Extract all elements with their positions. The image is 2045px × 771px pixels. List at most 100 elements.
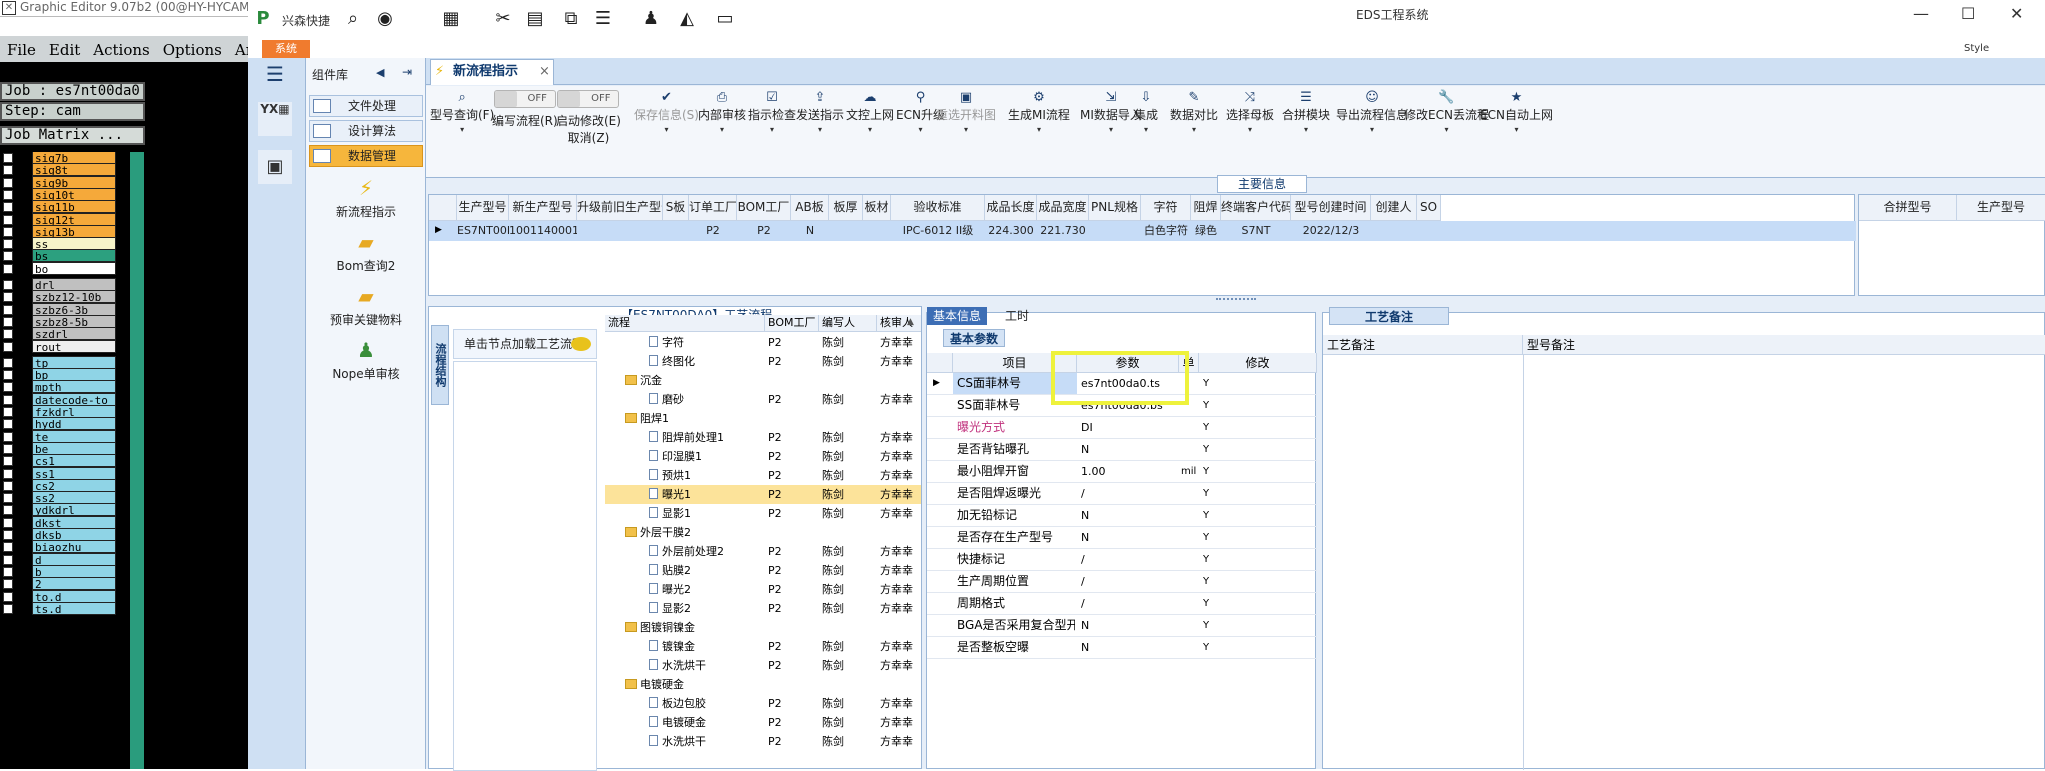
column-header[interactable]: 验收标准 [891, 195, 985, 221]
tree-node[interactable]: 水洗烘干 [649, 732, 706, 751]
table-cell[interactable] [829, 221, 863, 241]
ribbon-button-12[interactable]: ⇩ 集成 ▾ [1134, 90, 1158, 134]
tree-row[interactable]: 外层前处理2P2陈剑方幸幸已审核 [605, 542, 921, 561]
tree-row[interactable]: 水洗烘干P2陈剑方幸幸已审核 [605, 732, 921, 751]
dropdown-arrow-icon[interactable]: ▾ [846, 125, 894, 134]
param-row[interactable]: 快捷标记 / Y [927, 549, 1317, 571]
table-cell[interactable]: P2 [689, 221, 737, 241]
nav-nope-audit[interactable]: ♟ Nope单审核 [306, 338, 426, 382]
param-value[interactable]: N [1081, 637, 1179, 658]
ribbon-button-3[interactable]: ✔ 保存信息(S) ▾ [634, 90, 699, 134]
layer-checkbox[interactable] [3, 153, 13, 163]
tree-row[interactable]: 预烘1P2陈剑方幸幸已审核 [605, 466, 921, 485]
tree-node[interactable]: 曝光1 [649, 485, 691, 504]
tree-row[interactable]: 印湿膜1P2陈剑方幸幸已审核 [605, 447, 921, 466]
tree-node[interactable]: ⊟沉金 [625, 371, 662, 390]
database-module-icon[interactable]: ▣ [258, 150, 292, 184]
ribbon-button-18[interactable]: ★ ECN自动上网 ▾ [1480, 90, 1553, 134]
tree-row[interactable]: 贴膜2P2陈剑方幸幸已审核 [605, 561, 921, 580]
tree-node[interactable]: 外层前处理2 [649, 542, 724, 561]
param-row[interactable]: 是否阻焊返曝光 / Y [927, 483, 1317, 505]
nav-bom-query[interactable]: ▰ Bom查询2 [306, 230, 426, 274]
menu-file[interactable]: File [7, 41, 36, 59]
param-row[interactable]: 曝光方式 DI Y [927, 417, 1317, 439]
param-value[interactable]: / [1081, 483, 1179, 504]
tree-node[interactable]: 水洗烘干 [649, 656, 706, 675]
table-cell[interactable] [663, 221, 689, 241]
tree-row[interactable]: ⊟图镀铜镍金 [605, 618, 921, 637]
layer-checkbox[interactable] [3, 263, 13, 274]
param-row[interactable]: 是否存在生产型号 N Y [927, 527, 1317, 549]
dropdown-arrow-icon[interactable]: ▾ [1282, 125, 1330, 134]
tree-node[interactable]: 字符 [649, 333, 684, 352]
layer-checkbox[interactable] [3, 480, 13, 491]
column-header[interactable]: 终端客户代码 [1221, 195, 1291, 221]
tree-node[interactable]: ⊟电镀硬金 [625, 675, 684, 694]
tree-row[interactable]: ⊟沉金 [605, 371, 921, 390]
column-header[interactable]: 生产型号 [1957, 195, 2045, 221]
column-header[interactable]: 升级前旧生产型号 [577, 195, 663, 221]
tree-row[interactable]: ⊟电镀硬金 [605, 675, 921, 694]
monitor-icon[interactable]: ▭ [714, 9, 736, 29]
param-value[interactable]: N [1081, 615, 1179, 636]
tree-row[interactable]: 终图化P2陈剑方幸幸已审核 [605, 352, 921, 371]
column-header[interactable]: 板材 [863, 195, 891, 221]
dropdown-arrow-icon[interactable]: ▾ [748, 125, 796, 134]
ribbon-button-15[interactable]: ☰ 合拼模块 ▾ [1282, 90, 1330, 134]
comp-item-design-algorithm[interactable]: 设计算法 [309, 120, 423, 142]
dropdown-arrow-icon[interactable]: ▾ [1404, 125, 1489, 134]
ribbon-button-17[interactable]: 🔧 修改ECN丢流程 ▾ [1404, 90, 1489, 134]
layer-checkbox[interactable] [3, 165, 13, 176]
tab-process-notes[interactable]: 工艺备注 [1329, 307, 1449, 325]
list-icon[interactable]: ☰ [592, 9, 614, 29]
param-row[interactable]: 最小阻焊开窗 1.00 mil Y [927, 461, 1317, 483]
layer-checkbox[interactable] [3, 382, 13, 393]
scroll-up-icon[interactable]: ▲ [907, 317, 919, 329]
layer-checkbox[interactable] [3, 505, 13, 516]
table-cell[interactable]: IPC-6012 II级 [891, 221, 985, 241]
dropdown-arrow-icon[interactable]: ▾ [1336, 125, 1408, 134]
dropdown-arrow-icon[interactable]: ▾ [1008, 125, 1070, 134]
comp-item-file-processing[interactable]: 文件处理 [309, 95, 423, 117]
pin-icon[interactable]: ⇥ [402, 65, 412, 79]
tree-node[interactable]: 印湿膜1 [649, 447, 702, 466]
dropdown-arrow-icon[interactable]: ▾ [1080, 125, 1142, 134]
ribbon-button-13[interactable]: ✎ 数据对比 ▾ [1170, 90, 1218, 134]
ribbon-button-1[interactable]: OFF 编写流程(R) [492, 90, 558, 129]
layer-checkbox[interactable] [3, 456, 13, 467]
layer-checkbox[interactable] [3, 566, 13, 577]
layer-checkbox[interactable] [3, 226, 13, 237]
toggle-switch[interactable]: OFF [557, 90, 620, 108]
tree-node[interactable]: 显影2 [649, 599, 691, 618]
table-cell[interactable]: 绿色 [1191, 221, 1221, 241]
dropdown-arrow-icon[interactable]: ▾ [1226, 125, 1274, 134]
layer-row[interactable]: rout [0, 339, 120, 354]
table-cell[interactable] [577, 221, 663, 241]
column-header[interactable]: 生产型号 [457, 195, 509, 221]
globe-icon[interactable]: ◉ [374, 9, 396, 29]
dropdown-arrow-icon[interactable]: ▾ [698, 125, 746, 134]
tree-row[interactable]: 曝光1P2陈剑方幸幸已审核 [605, 485, 921, 504]
column-header[interactable]: 阻焊 [1191, 195, 1221, 221]
table-cell[interactable] [1417, 221, 1441, 241]
layer-checkbox[interactable] [3, 357, 13, 368]
tree-row[interactable]: 显影1P2陈剑方幸幸已审核 [605, 504, 921, 523]
tree-row[interactable]: 阻焊前处理1P2陈剑方幸幸已审核 [605, 428, 921, 447]
ribbon-button-4[interactable]: ⎙ 内部审核 ▾ [698, 90, 746, 134]
param-row[interactable]: BGA是否采用复合型开窗制作 N Y [927, 615, 1317, 637]
notes-header-model[interactable]: 型号备注 [1523, 335, 2045, 355]
tree-node[interactable]: 镀镍金 [649, 637, 695, 656]
ribbon-button-14[interactable]: ⤨ 选择母板 ▾ [1226, 90, 1274, 134]
layer-row[interactable]: bo [0, 261, 120, 276]
table-cell[interactable]: ES7NT00DA0 [457, 221, 509, 241]
collapse-left-icon[interactable]: ◀ [376, 66, 384, 79]
layer-checkbox[interactable] [3, 239, 13, 250]
tree-column-header[interactable]: BOM工厂 [765, 315, 819, 332]
layer-checkbox[interactable] [3, 530, 13, 540]
layer-checkbox[interactable] [3, 603, 13, 614]
ribbon-button-0[interactable]: ⌕ 型号查询(F) ▾ [430, 90, 494, 134]
layer-checkbox[interactable] [3, 280, 13, 290]
param-value[interactable]: N [1081, 505, 1179, 526]
tree-row[interactable]: 显影2P2陈剑方幸幸已审核 [605, 599, 921, 618]
layer-checkbox[interactable] [3, 419, 13, 430]
